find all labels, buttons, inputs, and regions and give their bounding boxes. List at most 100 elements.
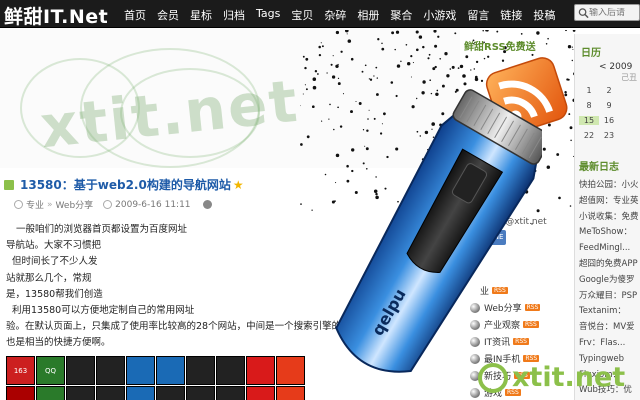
- site-tile[interactable]: [246, 356, 275, 385]
- dust-particle: [340, 50, 343, 53]
- recent-post-link[interactable]: FeedMingl...: [579, 241, 640, 257]
- calendar-day[interactable]: 16: [599, 116, 619, 125]
- site-tile[interactable]: [96, 386, 125, 400]
- nav-item-archive[interactable]: 归档: [223, 7, 245, 23]
- search-box[interactable]: [574, 4, 640, 21]
- calendar-day: [619, 86, 639, 95]
- site-tile[interactable]: [276, 386, 305, 400]
- clock-icon: [103, 200, 113, 209]
- calendar-day[interactable]: 8: [579, 101, 599, 110]
- site-tile-qq[interactable]: QQ: [36, 356, 65, 385]
- site-tile[interactable]: [156, 386, 185, 400]
- calendar-grid: 1 2 8 9 15 16 22 23: [579, 86, 640, 140]
- site-tile[interactable]: [186, 386, 215, 400]
- nav-item-guestbook[interactable]: 留言: [467, 7, 489, 23]
- post-category[interactable]: 专业: [26, 198, 44, 211]
- post-title[interactable]: 13580：基于web2.0构建的导航网站: [20, 176, 231, 193]
- calendar-day[interactable]: 1: [579, 86, 599, 95]
- calendar-day[interactable]: 9: [599, 101, 619, 110]
- site-tile[interactable]: [186, 356, 215, 385]
- calendar-day[interactable]: 15: [579, 116, 599, 125]
- site-icon-grid: 163 QQ: [6, 356, 310, 400]
- calendar-day[interactable]: 2: [599, 86, 619, 95]
- nav-item-home[interactable]: 首页: [124, 7, 146, 23]
- nav-item-games[interactable]: 小游戏: [423, 7, 456, 23]
- calendar-year[interactable]: < 2009: [599, 62, 632, 72]
- site-tile[interactable]: [246, 386, 275, 400]
- dust-particle: [396, 64, 401, 68]
- dust-particle: [558, 196, 561, 200]
- calendar-day: [619, 116, 639, 125]
- post-subcategory[interactable]: Web分享: [56, 198, 94, 211]
- post-paragraph: 站就那么几个，常规: [6, 272, 92, 284]
- nav-item-album[interactable]: 相册: [357, 7, 379, 23]
- nav-item-aggregate[interactable]: 聚合: [390, 7, 412, 23]
- right-sidebar: 日历 < 2009 己丑 1 2 8 9 15 16 22 23 最新日志 快拍…: [574, 34, 640, 400]
- site-tile-163[interactable]: 163: [6, 356, 35, 385]
- logo-ring-icon: [478, 362, 508, 393]
- dust-particle: [439, 57, 442, 60]
- footer-logo[interactable]: xtit.net: [478, 362, 625, 393]
- dust-particle: [312, 85, 317, 90]
- search-icon: [578, 7, 589, 18]
- site-tile[interactable]: [276, 356, 305, 385]
- site-tile[interactable]: [126, 386, 155, 400]
- nav-item-treasure[interactable]: 宝贝: [291, 7, 313, 23]
- post-meta: 专业 » Web分享 2009-6-16 11:11: [14, 198, 212, 211]
- dust-particle: [369, 78, 373, 81]
- dust-particle: [331, 75, 336, 79]
- site-tile[interactable]: [36, 386, 65, 400]
- dust-particle: [454, 32, 457, 35]
- recent-post-link[interactable]: 超值网：专业英: [579, 194, 640, 210]
- site-tile[interactable]: [6, 386, 35, 400]
- recent-post-link[interactable]: 小说收集：免费: [579, 210, 640, 226]
- site-tile[interactable]: [96, 356, 125, 385]
- site-tile[interactable]: [66, 386, 95, 400]
- dust-particle: [422, 80, 426, 84]
- nav-item-misc[interactable]: 杂碎: [324, 7, 346, 23]
- dust-particle: [335, 64, 339, 69]
- dust-particle: [459, 64, 464, 69]
- search-input[interactable]: [589, 7, 639, 18]
- post-bullet-icon: [4, 179, 14, 190]
- site-tile[interactable]: [156, 356, 185, 385]
- author-icon[interactable]: [202, 200, 212, 209]
- site-tile[interactable]: [126, 356, 155, 385]
- recent-post-link[interactable]: 超囧的免费APP: [579, 257, 640, 273]
- dust-particle: [482, 30, 484, 32]
- recent-post-link[interactable]: Textanim：: [579, 304, 640, 320]
- nav-item-members[interactable]: 会员: [157, 7, 179, 23]
- dust-particle: [300, 105, 301, 107]
- recent-post-link[interactable]: Google为傻罗: [579, 273, 640, 289]
- site-tile[interactable]: [216, 386, 245, 400]
- calendar-day[interactable]: 22: [579, 131, 599, 140]
- nav-item-tags[interactable]: Tags: [256, 7, 280, 23]
- dust-particle: [444, 52, 448, 56]
- calendar-day[interactable]: 23: [599, 131, 619, 140]
- site-logo[interactable]: 鲜甜IT.Net: [4, 2, 108, 29]
- recent-post-link[interactable]: MeToShow：: [579, 225, 640, 241]
- dust-particle: [321, 45, 324, 48]
- dust-particle: [410, 76, 412, 78]
- nav-item-stars[interactable]: 星标: [190, 7, 212, 23]
- dust-particle: [314, 70, 318, 73]
- dust-particle: [350, 57, 354, 61]
- dust-particle: [377, 38, 380, 41]
- dust-particle: [368, 78, 371, 80]
- recent-post-link[interactable]: 快拍公园：小火: [579, 178, 640, 194]
- nav-item-submit[interactable]: 投稿: [533, 7, 555, 23]
- nav-item-links[interactable]: 链接: [500, 7, 522, 23]
- dust-particle: [321, 120, 323, 122]
- dust-particle: [302, 55, 305, 58]
- site-tile[interactable]: [66, 356, 95, 385]
- dust-particle: [496, 30, 499, 33]
- dust-particle: [457, 67, 460, 69]
- dust-particle: [317, 73, 319, 75]
- site-tile[interactable]: [216, 356, 245, 385]
- dust-particle: [570, 139, 572, 142]
- dust-particle: [556, 153, 560, 156]
- recent-post-link[interactable]: Frv：Flas...: [579, 336, 640, 352]
- recent-post-link[interactable]: 音悦台：MV爱: [579, 320, 640, 336]
- dust-particle: [434, 44, 438, 48]
- recent-post-link[interactable]: 万众耀目：PSP: [579, 289, 640, 305]
